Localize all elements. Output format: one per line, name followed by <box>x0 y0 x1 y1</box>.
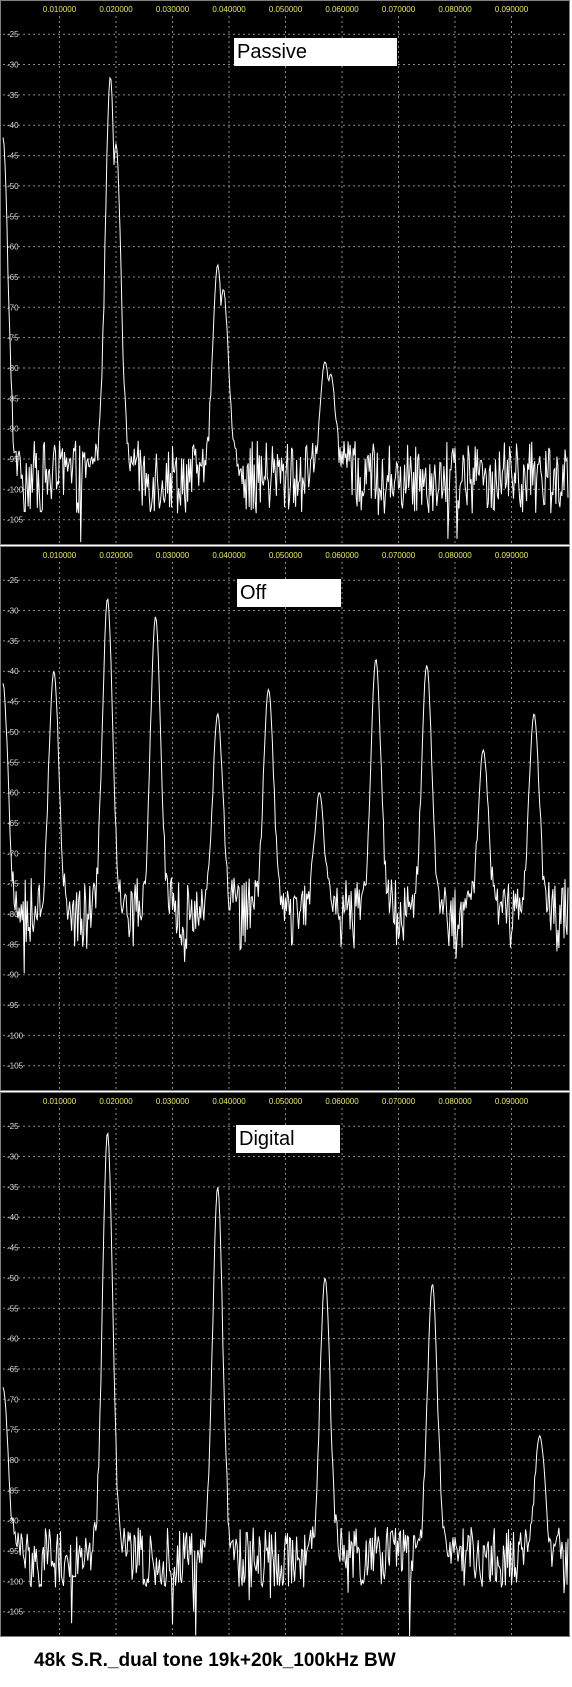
x-tick-label: 0.030000 <box>156 1097 190 1106</box>
x-tick-label: 0.020000 <box>99 5 133 14</box>
y-tick-label: -75 <box>7 1426 19 1435</box>
x-tick-label: 0.020000 <box>99 1097 133 1106</box>
passive-chart-panel: 0.010000 0.020000 0.030000 0.040000 0.050000… <box>0 0 570 545</box>
off-chart-panel: 0.010000 0.020000 0.030000 0.040000 0.050000… <box>0 546 570 1091</box>
y-tick-label: -105 <box>7 516 24 525</box>
x-tick-label: 0.070000 <box>382 5 416 14</box>
y-tick-label: -75 <box>7 334 19 343</box>
y-tick-label: -40 <box>7 667 19 676</box>
y-tick-label: -65 <box>7 819 19 828</box>
caption-text: 48k S.R._dual tone 19k+20k_100kHz BW <box>34 1650 396 1671</box>
off-label: Off <box>237 579 341 607</box>
y-tick-label: -85 <box>7 940 19 949</box>
x-tick-label: 0.090000 <box>495 1097 529 1106</box>
x-tick-label: 0.050000 <box>269 551 303 560</box>
x-tick-label: 0.090000 <box>495 551 529 560</box>
x-tick-label: 0.080000 <box>438 5 472 14</box>
y-tick-label: -30 <box>7 607 19 616</box>
y-tick-label: -25 <box>7 1122 19 1131</box>
caption-bar: 48k S.R._dual tone 19k+20k_100kHz BW <box>0 1640 572 1687</box>
y-tick-label: -40 <box>7 121 19 130</box>
y-tick-label: -100 <box>7 485 24 494</box>
x-tick-label: 0.030000 <box>156 5 190 14</box>
x-tick-label: 0.050000 <box>269 5 303 14</box>
digital-chart-svg: 0.010000 0.020000 0.030000 0.040000 0.050000… <box>2 1097 569 1637</box>
y-tick-label: -100 <box>7 1031 24 1040</box>
x-tick-label: 0.030000 <box>156 551 190 560</box>
y-tick-label: -95 <box>7 1001 19 1010</box>
x-tick-label: 0.060000 <box>325 5 359 14</box>
y-tick-label: -30 <box>7 61 19 70</box>
y-tick-label: -35 <box>7 91 19 100</box>
digital-label: Digital <box>236 1125 340 1153</box>
digital-chart-panel: 0.010000 0.020000 0.030000 0.040000 0.050000… <box>0 1092 570 1637</box>
x-tick-label: 0.010000 <box>43 551 77 560</box>
y-tick-label: -70 <box>7 1395 19 1404</box>
y-tick-label: -105 <box>7 1608 24 1617</box>
x-tick-label: 0.020000 <box>99 551 133 560</box>
x-tick-label: 0.050000 <box>269 1097 303 1106</box>
y-tick-label: -85 <box>7 1486 19 1495</box>
x-tick-label: 0.070000 <box>382 551 416 560</box>
y-tick-label: -60 <box>7 1335 19 1344</box>
y-tick-label: -50 <box>7 728 19 737</box>
y-tick-label: -55 <box>7 1304 19 1313</box>
passive-label: Passive <box>234 38 397 66</box>
x-tick-label: 0.080000 <box>438 1097 472 1106</box>
x-tick-label: 0.060000 <box>325 1097 359 1106</box>
y-tick-label: -35 <box>7 637 19 646</box>
off-chart-svg: 0.010000 0.020000 0.030000 0.040000 0.050000… <box>2 551 569 1090</box>
x-tick-label: 0.010000 <box>43 1097 77 1106</box>
y-tick-label: -65 <box>7 1365 19 1374</box>
y-tick-label: -55 <box>7 758 19 767</box>
y-tick-label: -45 <box>7 1244 19 1253</box>
y-tick-label: -70 <box>7 849 19 858</box>
y-tick-label: -45 <box>7 152 19 161</box>
y-tick-label: -80 <box>7 364 19 373</box>
y-tick-label: -60 <box>7 243 19 252</box>
y-tick-label: -50 <box>7 1274 19 1283</box>
x-tick-label: 0.080000 <box>438 551 472 560</box>
y-tick-label: -90 <box>7 971 19 980</box>
y-tick-label: -65 <box>7 273 19 282</box>
y-tick-label: -30 <box>7 1153 19 1162</box>
y-tick-label: -100 <box>7 1577 24 1586</box>
y-tick-label: -45 <box>7 698 19 707</box>
y-tick-label: -55 <box>7 212 19 221</box>
y-tick-label: -35 <box>7 1183 19 1192</box>
y-tick-label: -25 <box>7 30 19 39</box>
passive-chart-svg: 0.010000 0.020000 0.030000 0.040000 0.050000… <box>2 5 569 544</box>
x-tick-label: 0.090000 <box>495 5 529 14</box>
y-tick-label: -95 <box>7 1547 19 1556</box>
y-tick-label: -105 <box>7 1062 24 1071</box>
x-tick-label: 0.010000 <box>43 5 77 14</box>
y-tick-label: -50 <box>7 182 19 191</box>
y-tick-label: -25 <box>7 576 19 585</box>
y-tick-label: -40 <box>7 1213 19 1222</box>
x-tick-label: 0.040000 <box>212 1097 246 1106</box>
x-tick-label: 0.070000 <box>382 1097 416 1106</box>
x-tick-label: 0.060000 <box>325 551 359 560</box>
x-tick-label: 0.040000 <box>212 5 246 14</box>
y-tick-label: -85 <box>7 394 19 403</box>
x-tick-label: 0.040000 <box>212 551 246 560</box>
